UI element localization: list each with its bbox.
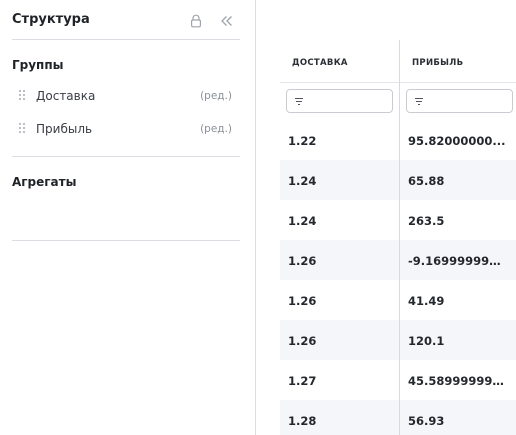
table-cell: 56.93 <box>408 414 445 428</box>
column-header-pribyl[interactable]: ПРИБЫЛЬ <box>400 40 516 84</box>
data-table: ДОСТАВКА ПРИБЫЛЬ 1.22 95.82000000... 1.2… <box>280 40 516 435</box>
table-cell: 1.24 <box>288 214 317 228</box>
table-cell: 1.26 <box>288 294 317 308</box>
table-cell: 1.22 <box>288 134 317 148</box>
table-cell: 95.82000000... <box>408 134 506 148</box>
filter-icon <box>415 98 423 105</box>
table-row[interactable]: 1.22 95.82000000... <box>280 120 516 160</box>
table-row[interactable]: 1.24 263.5 <box>280 200 516 240</box>
column-header-dostavka[interactable]: ДОСТАВКА <box>280 40 400 84</box>
collapse-panel-icon[interactable] <box>219 12 235 30</box>
column-divider[interactable] <box>399 40 400 435</box>
table-cell: 1.24 <box>288 174 317 188</box>
structure-view: Структура Группы Доставка (ред.) Прибыль… <box>0 0 516 435</box>
table-cell: 1.26 <box>288 254 317 268</box>
table-row[interactable]: 1.28 56.93 <box>280 400 516 435</box>
divider <box>12 240 240 241</box>
column-header-label: ПРИБЫЛЬ <box>412 58 464 68</box>
table-row[interactable]: 1.26 -9.169999999... <box>280 240 516 280</box>
table-row[interactable]: 1.24 65.88 <box>280 160 516 200</box>
table-cell: 1.26 <box>288 334 317 348</box>
column-header-label: ДОСТАВКА <box>292 58 348 68</box>
lock-icon[interactable] <box>188 12 204 30</box>
edit-link[interactable]: (ред.) <box>200 90 232 102</box>
panel-header: Структура <box>12 12 240 30</box>
groups-section-title: Группы <box>12 58 64 72</box>
divider <box>12 39 240 40</box>
group-item-label: Прибыль <box>36 122 93 136</box>
filter-icon <box>295 98 303 105</box>
panel-title: Структура <box>12 12 90 27</box>
table-cell: 263.5 <box>408 214 445 228</box>
table-row[interactable]: 1.26 41.49 <box>280 280 516 320</box>
table-cell: 65.88 <box>408 174 445 188</box>
table-cell: 41.49 <box>408 294 445 308</box>
table-cell: 120.1 <box>408 334 445 348</box>
group-item-dostavka[interactable]: Доставка (ред.) <box>12 87 240 107</box>
drag-handle-icon[interactable] <box>19 90 27 102</box>
table-row[interactable]: 1.27 45.589999999... <box>280 360 516 400</box>
table-cell: 1.28 <box>288 414 317 428</box>
table-row[interactable]: 1.26 120.1 <box>280 320 516 360</box>
header-divider <box>280 82 516 83</box>
filter-input-pribyl[interactable] <box>406 89 513 113</box>
table-cell: 1.27 <box>288 374 317 388</box>
table-cell: -9.169999999... <box>408 254 508 268</box>
divider <box>12 156 240 157</box>
group-item-pribyl[interactable]: Прибыль (ред.) <box>12 120 240 140</box>
group-item-label: Доставка <box>36 89 96 103</box>
drag-handle-icon[interactable] <box>19 123 27 135</box>
aggregates-section-title: Агрегаты <box>12 175 77 189</box>
structure-panel: Структура Группы Доставка (ред.) Прибыль… <box>0 0 256 435</box>
table-cell: 45.589999999... <box>408 374 508 388</box>
edit-link[interactable]: (ред.) <box>200 123 232 135</box>
filter-input-dostavka[interactable] <box>286 89 393 113</box>
